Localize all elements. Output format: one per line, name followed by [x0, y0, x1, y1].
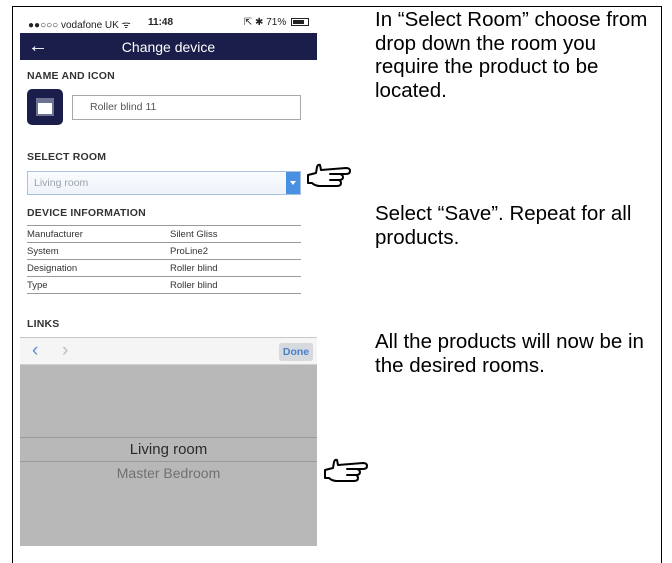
table-row: Type Roller blind [27, 276, 301, 294]
device-info-table: Manufacturer Silent Gliss System ProLine… [27, 225, 301, 294]
device-icon-button[interactable] [27, 89, 63, 125]
instruction-step-3: All the products will now be in the desi… [375, 330, 644, 377]
picker-divider [20, 437, 317, 438]
done-button[interactable]: Done [279, 343, 313, 361]
room-picker-wheel[interactable]: Living room Master Bedroom [20, 365, 317, 546]
picker-toolbar: ‹ › Done [20, 337, 317, 365]
chevron-left-icon[interactable]: ‹ [32, 340, 38, 362]
info-label: Type [27, 276, 170, 294]
info-label: Manufacturer [27, 225, 170, 243]
chevron-right-icon[interactable]: › [62, 340, 68, 362]
select-room-heading: SELECT ROOM [27, 151, 107, 163]
room-select[interactable]: Living room [27, 171, 301, 195]
device-information-heading: DEVICE INFORMATION [27, 207, 146, 219]
instruction-step-2: Select “Save”. Repeat for all products. [375, 202, 632, 249]
status-time: 11:48 [148, 17, 174, 28]
picker-option[interactable]: Master Bedroom [20, 465, 317, 481]
info-value: Roller blind [170, 276, 301, 294]
device-name-input[interactable]: Roller blind 11 [72, 95, 301, 120]
table-row: System ProLine2 [27, 242, 301, 260]
nav-bar: ← Change device [20, 33, 317, 60]
info-value: Roller blind [170, 259, 301, 277]
status-bar: ●●○○○ vodafone UK ᯤ 11:48 ⇱ ✱ 71% [20, 13, 317, 33]
info-value: Silent Gliss [170, 225, 301, 243]
battery-icon [291, 18, 309, 27]
page-title: Change device [121, 39, 216, 55]
status-indicators: ⇱ ✱ 71% [244, 17, 309, 28]
pointing-hand-icon [324, 458, 368, 482]
info-value: ProLine2 [170, 242, 301, 260]
instruction-step-1: In “Select Room” choose from drop down t… [375, 8, 648, 102]
roller-blind-icon [36, 98, 54, 116]
name-and-icon-heading: NAME AND ICON [27, 70, 115, 82]
links-heading: LINKS [27, 318, 60, 330]
carrier-label: ●●○○○ vodafone UK ᯤ [28, 20, 131, 31]
dropdown-arrow-icon[interactable] [286, 172, 300, 194]
room-select-value: Living room [34, 177, 89, 189]
phone-screenshot: ●●○○○ vodafone UK ᯤ 11:48 ⇱ ✱ 71% ← Chan… [20, 13, 317, 546]
pointing-hand-icon [307, 163, 351, 187]
table-row: Manufacturer Silent Gliss [27, 225, 301, 243]
table-row: Designation Roller blind [27, 259, 301, 277]
info-label: Designation [27, 259, 170, 277]
picker-option-selected[interactable]: Living room [20, 441, 317, 458]
status-indicators-text: ⇱ ✱ 71% [243, 17, 287, 28]
info-label: System [27, 242, 170, 260]
picker-divider [20, 461, 317, 462]
